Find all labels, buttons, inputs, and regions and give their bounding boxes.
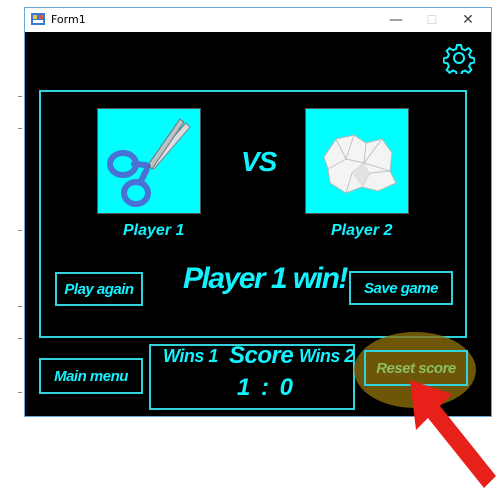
maximize-button[interactable]: ☐: [415, 8, 449, 32]
title-bar: Form1 — ☐ ✕: [25, 8, 491, 32]
window-title: Form1: [51, 13, 86, 26]
wins1-label: Wins 1: [163, 346, 218, 366]
close-button[interactable]: ✕: [451, 8, 485, 32]
player2-choice-image: [305, 108, 409, 214]
wins2-label: Wins 2: [299, 346, 354, 366]
score-value: 1 : 0: [237, 374, 296, 401]
save-game-button[interactable]: Save game: [349, 271, 453, 305]
vs-label: VS: [241, 146, 277, 177]
player2-label: Player 2: [331, 222, 393, 239]
score-title: Score: [229, 342, 294, 369]
player1-choice-image: [97, 108, 201, 214]
result-label: Player 1 win!: [183, 262, 348, 295]
page-left-edge: [0, 0, 24, 495]
play-again-button[interactable]: Play again: [55, 272, 143, 306]
player1-label: Player 1: [123, 222, 185, 239]
main-menu-button[interactable]: Main menu: [39, 358, 143, 394]
crumpled-paper-icon: [323, 134, 397, 194]
gear-icon[interactable]: [443, 42, 475, 74]
pointer-arrow-icon: [410, 380, 496, 488]
app-icon: [31, 13, 45, 25]
scissors-icon: [107, 118, 191, 207]
minimize-button[interactable]: —: [379, 8, 413, 32]
